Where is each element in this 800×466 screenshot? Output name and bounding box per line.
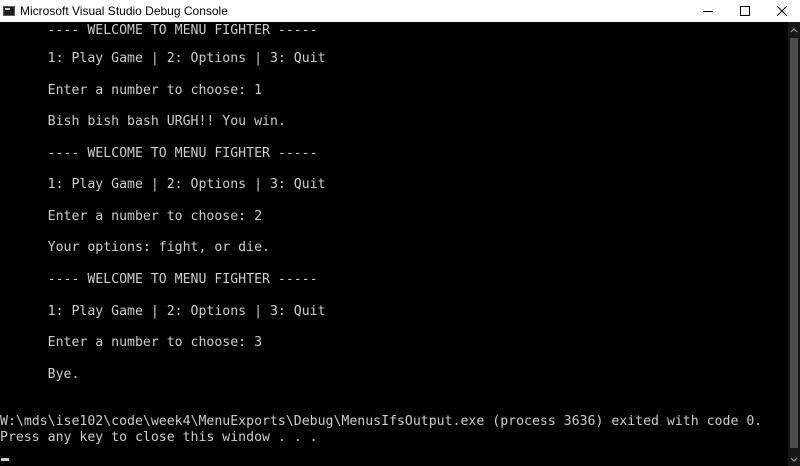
close-icon (776, 6, 787, 16)
scroll-down-button[interactable] (788, 452, 800, 466)
console-line: 1: Play Game | 2: Options | 3: Quit (0, 304, 326, 319)
window-title: Microsoft Visual Studio Debug Console (20, 4, 228, 18)
console-line: ---- WELCOME TO MENU FIGHTER ----- (0, 146, 318, 161)
console-line: Enter a number to choose: 1 (0, 83, 263, 98)
console-line: ---- WELCOME TO MENU FIGHTER ----- (0, 23, 318, 38)
title-bar[interactable]: Microsoft Visual Studio Debug Console (0, 0, 800, 22)
scroll-up-button[interactable] (788, 22, 800, 36)
console-line: 1: Play Game | 2: Options | 3: Quit (0, 51, 326, 66)
console-line: Your options: fight, or die. (0, 240, 270, 255)
console-line: ---- WELCOME TO MENU FIGHTER ----- (0, 272, 318, 287)
console-output[interactable]: ---- WELCOME TO MENU FIGHTER ----- 1: Pl… (0, 22, 788, 466)
chevron-down-icon (790, 450, 798, 466)
scrollbar-thumb[interactable] (790, 38, 798, 448)
text-cursor (1, 458, 9, 461)
vertical-scrollbar[interactable] (788, 22, 800, 466)
window-controls (689, 0, 800, 22)
maximize-button[interactable] (726, 0, 763, 22)
chevron-up-icon (790, 20, 798, 38)
console-line: 1: Play Game | 2: Options | 3: Quit (0, 177, 326, 192)
debug-console-window: Microsoft Visual Studio Debug Console --… (0, 0, 800, 466)
console-line: Bish bish bash URGH!! You win. (0, 114, 286, 129)
maximize-icon (739, 6, 750, 16)
close-button[interactable] (763, 0, 800, 22)
minimize-icon (702, 6, 713, 16)
minimize-button[interactable] (689, 0, 726, 22)
console-icon (3, 6, 15, 16)
console-line: Bye. (0, 367, 80, 382)
console-line: Press any key to close this window . . . (0, 430, 318, 445)
console-line: Enter a number to choose: 2 (0, 209, 263, 224)
console-line: Enter a number to choose: 3 (0, 335, 263, 350)
